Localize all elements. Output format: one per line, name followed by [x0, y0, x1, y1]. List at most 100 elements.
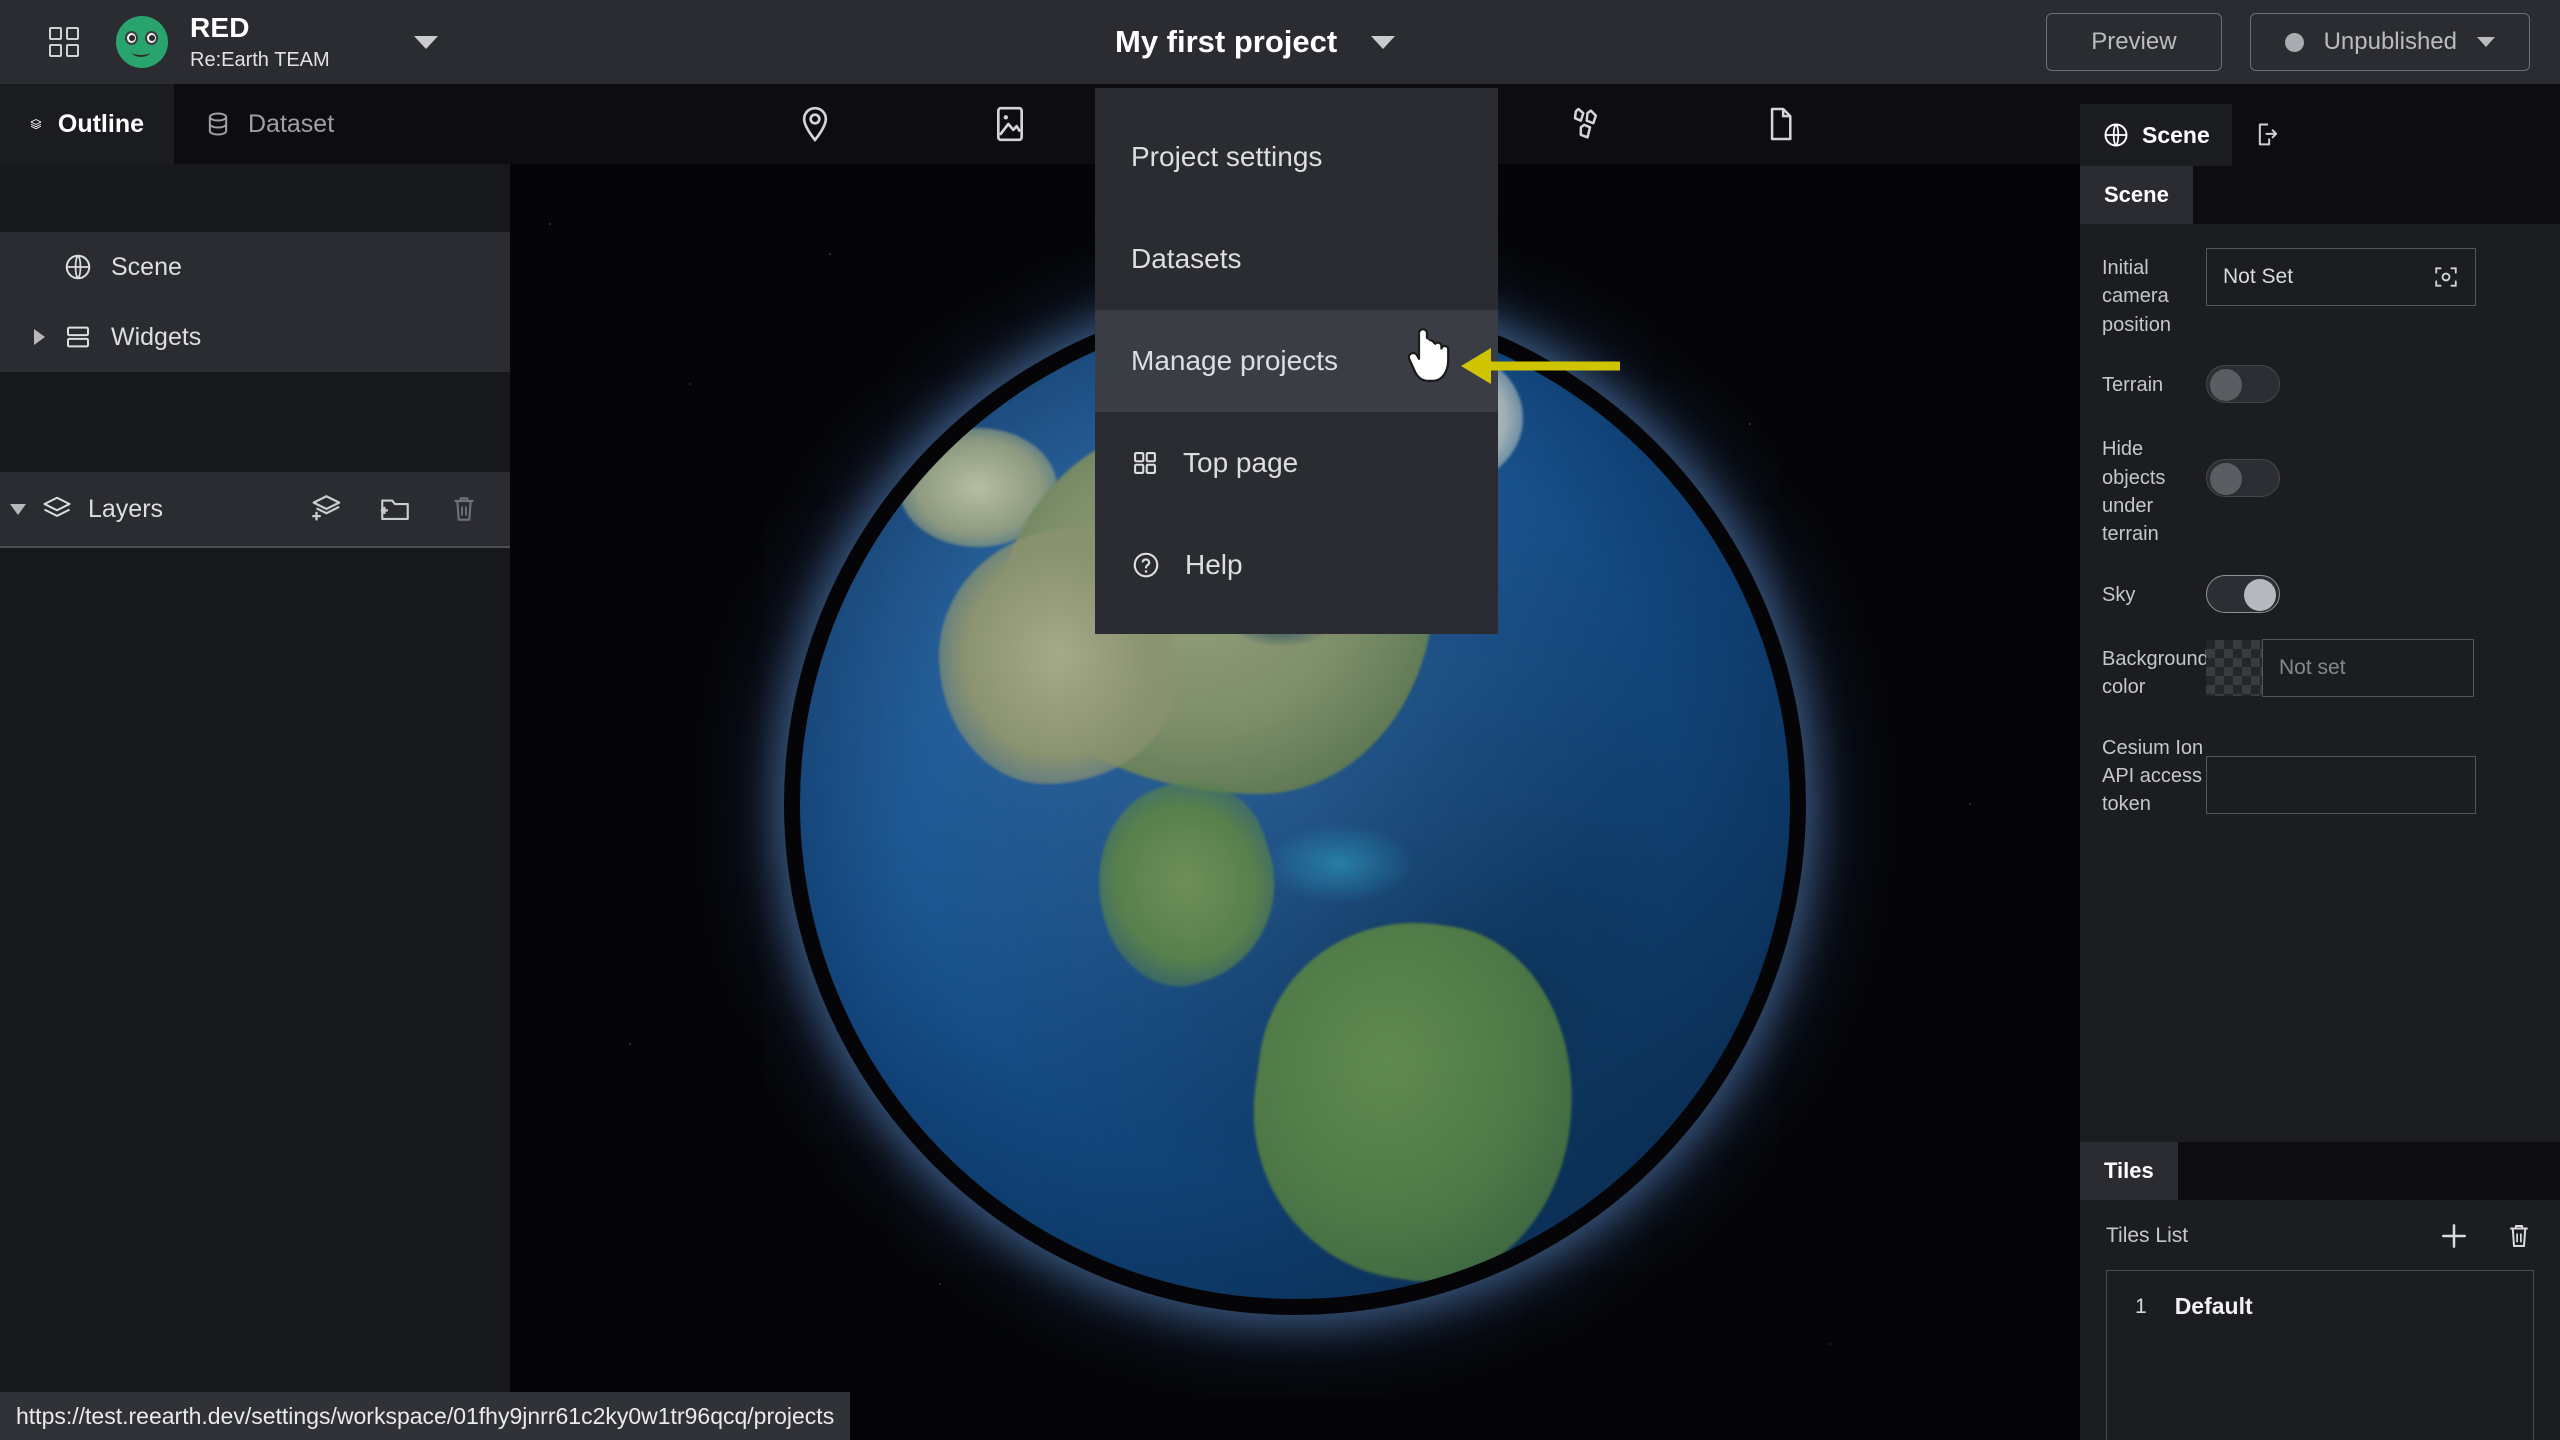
marker-tool[interactable] — [735, 84, 895, 164]
database-icon — [208, 112, 228, 136]
hide-objects-under-terrain-toggle[interactable] — [2206, 459, 2280, 498]
tab-dataset-label: Dataset — [248, 109, 335, 138]
tiles-tabs: Tiles — [2080, 1142, 2560, 1200]
sidebar-item-scene[interactable]: Scene — [0, 232, 510, 302]
field-label: Cesium Ion API access token — [2102, 736, 2204, 816]
tiles-list-header: Tiles List — [2080, 1200, 2560, 1260]
tab-outline[interactable]: Outline — [0, 84, 174, 164]
field-label: Initial camera position — [2102, 257, 2171, 336]
field-terrain: Terrain — [2102, 365, 2538, 404]
field-label: Background color — [2102, 647, 2209, 699]
trash-icon[interactable] — [2504, 1221, 2534, 1251]
sidebar-item-widgets-label: Widgets — [111, 322, 202, 351]
initial-camera-position-value: Not Set — [2223, 265, 2294, 288]
widgets-icon — [67, 326, 89, 348]
status-badge — [2284, 32, 2304, 52]
list-item[interactable]: 1 Default — [2107, 1271, 2533, 1320]
field-cesium-ion-token: Cesium Ion API access token — [2102, 728, 2538, 819]
chevron-down-icon[interactable] — [10, 503, 26, 515]
menu-item-help[interactable]: Help — [1095, 514, 1498, 616]
field-initial-camera-position: Initial camera position Not Set — [2102, 248, 2538, 339]
publish-status-button[interactable]: Unpublished — [2249, 13, 2530, 71]
file-tool[interactable] — [1700, 84, 1860, 164]
menu-item-project-settings[interactable]: Project settings — [1095, 106, 1498, 208]
status-bar-url: https://test.reearth.dev/settings/worksp… — [0, 1392, 851, 1440]
workspace-team: Re:Earth TEAM — [190, 48, 330, 71]
annotation-arrow-icon — [1455, 338, 1625, 394]
sidebar-item-widgets[interactable]: Widgets — [0, 302, 510, 372]
preview-button[interactable]: Preview — [2046, 13, 2222, 71]
model-tool[interactable] — [1505, 84, 1665, 164]
workspace-name: RED — [190, 12, 250, 44]
menu-item-label: Help — [1185, 549, 1243, 580]
sky-toggle[interactable] — [2206, 574, 2280, 613]
field-background-color: Background color Not set — [2102, 638, 2538, 702]
workspace-info: RED Re:Earth TEAM — [190, 12, 330, 71]
cesium-ion-token-input[interactable] — [2206, 755, 2476, 814]
add-layer-icon[interactable] — [308, 492, 342, 526]
capture-camera-icon[interactable] — [2433, 264, 2459, 290]
chevron-down-icon — [2477, 37, 2495, 47]
right-panel-subtabs: Scene — [2080, 166, 2560, 224]
tab-scene-label: Scene — [2142, 121, 2210, 148]
right-panel-tabs: Scene — [2080, 104, 2560, 166]
menu-item-datasets[interactable]: Datasets — [1095, 208, 1498, 310]
chevron-down-icon — [413, 35, 438, 49]
field-label: Sky — [2102, 583, 2136, 606]
globe-icon — [2104, 123, 2128, 147]
plus-icon[interactable] — [2438, 1220, 2470, 1252]
globe-icon — [65, 254, 91, 280]
tile-name: Default — [2174, 1293, 2253, 1319]
project-dropdown-button[interactable]: My first project — [1115, 0, 1396, 84]
image-tool[interactable] — [930, 84, 1090, 164]
tab-scene[interactable]: Scene — [2080, 104, 2232, 166]
publish-status-label: Unpublished — [2323, 28, 2457, 55]
initial-camera-position-input[interactable]: Not Set — [2206, 248, 2476, 306]
right-sidebar: Scene Scene Initial camera position Not … — [2080, 104, 2560, 1440]
layers-actions — [308, 492, 480, 526]
sidebar-spacer — [0, 164, 510, 232]
app-root: RED Re:Earth TEAM My first project Previ… — [0, 0, 2560, 1440]
menu-item-label: Manage projects — [1131, 345, 1339, 376]
sidebar-divider — [0, 372, 510, 472]
subtab-scene[interactable]: Scene — [2080, 166, 2193, 224]
tiles-section: Tiles Tiles List 1 Default — [2080, 1142, 2560, 1440]
chevron-down-icon — [1371, 35, 1396, 49]
subtab-tiles[interactable]: Tiles — [2080, 1142, 2178, 1200]
tab-dataset[interactable]: Dataset — [174, 84, 364, 164]
field-label: Terrain — [2102, 374, 2164, 397]
terrain-toggle[interactable] — [2206, 365, 2280, 404]
status-url-text: https://test.reearth.dev/settings/worksp… — [16, 1402, 835, 1429]
layers-header[interactable]: Layers — [0, 472, 510, 548]
background-color-swatch[interactable] — [2206, 639, 2262, 696]
tab-outline-label: Outline — [57, 109, 144, 138]
map-marker-icon — [802, 106, 828, 142]
sidebar-item-scene-label: Scene — [111, 252, 182, 281]
layers-label: Layers — [88, 494, 164, 523]
layers-stack-icon — [43, 496, 71, 517]
avatar[interactable] — [116, 16, 168, 68]
tile-index: 1 — [2135, 1294, 2147, 1318]
image-icon — [997, 106, 1023, 142]
background-color-input[interactable]: Not set — [2262, 638, 2474, 697]
menu-item-label: Datasets — [1131, 243, 1242, 274]
add-folder-icon[interactable] — [378, 492, 412, 526]
grid-apps-icon[interactable] — [34, 12, 94, 72]
field-hide-objects-under-terrain: Hide objects under terrain — [2102, 429, 2538, 549]
chevron-right-icon[interactable] — [34, 329, 45, 345]
workspace-dropdown-button[interactable] — [413, 35, 438, 49]
field-label: Hide objects under terrain — [2102, 438, 2166, 546]
menu-item-top-page[interactable]: Top page — [1095, 412, 1498, 514]
mouse-cursor-icon — [1403, 327, 1455, 385]
polygon-3d-icon — [1573, 107, 1598, 139]
publish-export-icon — [2258, 123, 2277, 146]
delete-icon[interactable] — [448, 493, 480, 525]
menu-item-label: Top page — [1183, 447, 1299, 478]
layers-stack-icon — [30, 119, 42, 130]
tab-publish[interactable] — [2232, 104, 2304, 166]
question-circle-icon — [1131, 550, 1161, 580]
top-bar: RED Re:Earth TEAM My first project Previ… — [0, 0, 2560, 84]
file-icon — [1770, 107, 1792, 141]
tiles-list-label: Tiles List — [2106, 1224, 2189, 1247]
background-color-placeholder: Not set — [2279, 655, 2346, 679]
